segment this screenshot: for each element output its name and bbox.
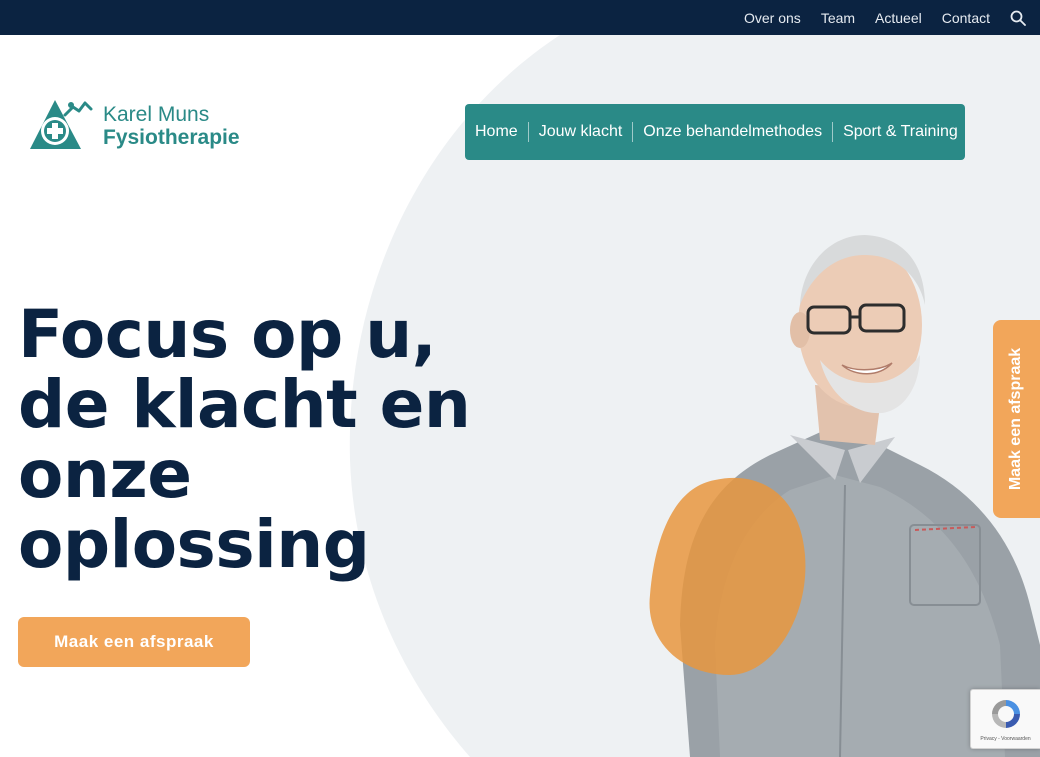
site-logo[interactable]: Karel Muns Fysiotherapie [27, 97, 240, 155]
hero-heading-line: de klacht en [18, 366, 471, 443]
top-navigation-bar: Over ons Team Actueel Contact [0, 0, 1040, 35]
side-tab-label: Maak een afspraak [1007, 347, 1025, 491]
page: Over ons Team Actueel Contact Karel Muns… [0, 0, 1040, 757]
recaptcha-text: Privacy - Voorwaarden [980, 736, 1031, 742]
logo-name: Karel Muns [103, 102, 210, 126]
recaptcha-badge[interactable]: Privacy - Voorwaarden [970, 689, 1040, 749]
side-appointment-tab[interactable]: Maak een afspraak [993, 320, 1040, 518]
hero-heading-line: onze [18, 436, 192, 513]
hero-heading-line: oplossing [18, 506, 370, 583]
topnav-link-team[interactable]: Team [821, 10, 855, 26]
hero-heading-line: Focus op u, [18, 296, 437, 373]
recaptcha-icon [991, 700, 1020, 728]
logo-mark-icon [30, 100, 93, 149]
search-icon[interactable] [1010, 10, 1026, 26]
nav-item-onze-behandelmethodes[interactable]: Onze behandelmethodes [632, 122, 832, 142]
topnav-link-over-ons[interactable]: Over ons [744, 10, 801, 26]
topnav-link-contact[interactable]: Contact [942, 10, 990, 26]
nav-item-sport-training[interactable]: Sport & Training [832, 122, 968, 142]
main-navigation: Home Jouw klacht Onze behandelmethodes S… [465, 104, 965, 160]
nav-item-jouw-klacht[interactable]: Jouw klacht [527, 122, 633, 142]
nav-item-home[interactable]: Home [475, 122, 528, 142]
hero-person-image [649, 235, 1040, 757]
hero-heading: Focus op u, de klacht en onze oplossing [18, 300, 478, 580]
topnav-link-actueel[interactable]: Actueel [875, 10, 922, 26]
make-appointment-button[interactable]: Maak een afspraak [18, 617, 250, 667]
logo-subtitle: Fysiotherapie [103, 126, 240, 149]
logo-text: Karel Muns Fysiotherapie [103, 103, 240, 149]
